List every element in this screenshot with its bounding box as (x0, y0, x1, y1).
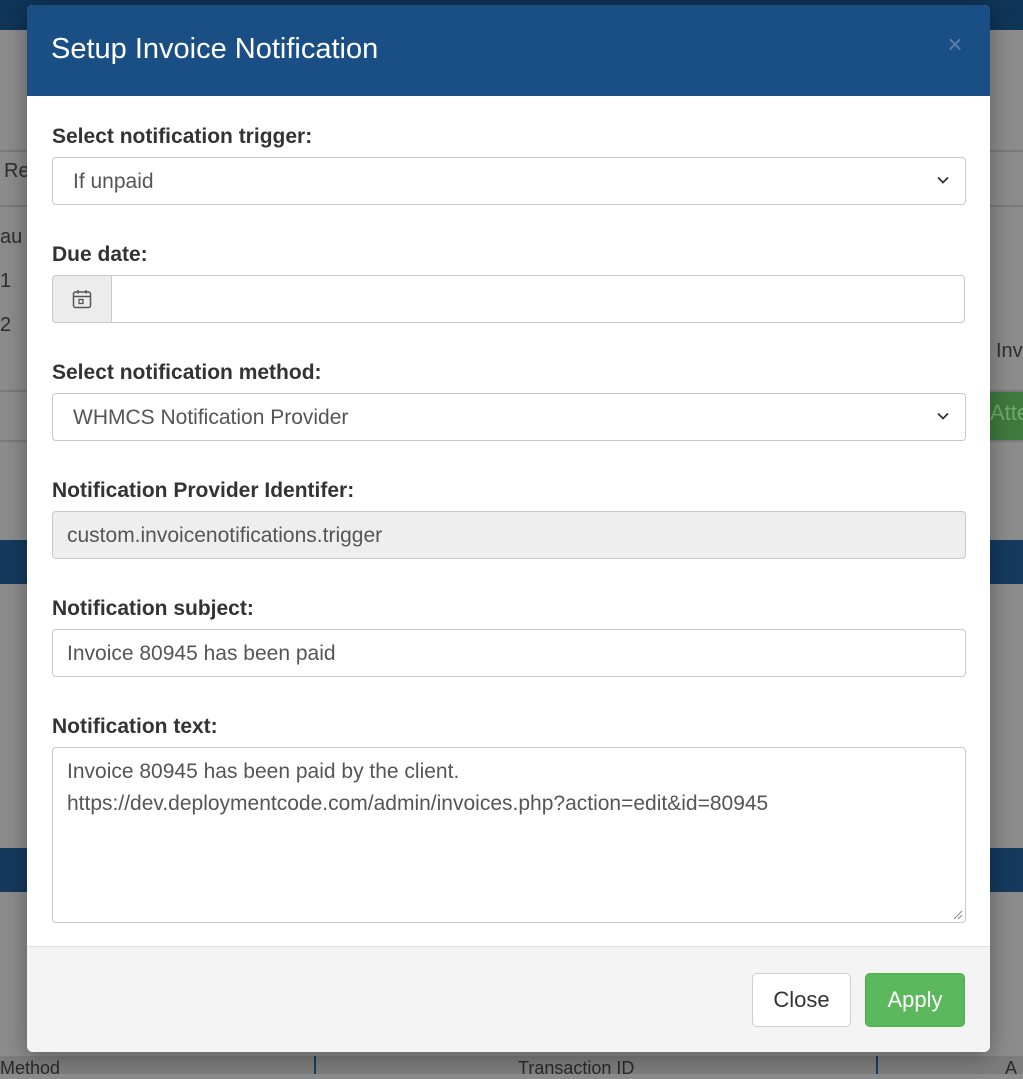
modal-header: Setup Invoice Notification × (27, 5, 990, 96)
text-label: Notification text: (52, 715, 218, 738)
invoice-notification-modal: Setup Invoice Notification × Select noti… (27, 5, 990, 1052)
subject-label: Notification subject: (52, 597, 254, 620)
identifier-value: custom.invoicenotifications.trigger (67, 524, 383, 547)
due-date-input[interactable] (112, 275, 965, 323)
due-date-field: Due date: (52, 240, 965, 323)
calendar-icon (72, 290, 92, 309)
background-button: Atte (990, 390, 1023, 442)
text-field: Notification text: Invoice 80945 has bee… (52, 712, 966, 923)
notification-textarea[interactable]: Invoice 80945 has been paid by the clien… (52, 747, 966, 923)
modal-body: Select notification trigger: If unpaid D… (27, 96, 990, 923)
due-date-label: Due date: (52, 243, 148, 266)
background-table-header: Method Transaction ID A (0, 1056, 1023, 1078)
modal-footer: Close Apply (27, 946, 990, 1052)
resize-handle-icon[interactable] (951, 908, 963, 920)
identifier-label: Notification Provider Identifer: (52, 479, 355, 502)
background-fragment: Re (4, 160, 30, 182)
close-button[interactable]: Close (752, 973, 851, 1027)
background-fragment: 2 (0, 314, 12, 336)
background-fragment: Inv (996, 340, 1023, 362)
method-field: Select notification method: WHMCS Notifi… (52, 358, 966, 441)
chevron-down-icon (937, 176, 949, 184)
textarea-line: https://dev.deploymentcode.com/admin/inv… (67, 792, 769, 815)
chevron-down-icon (937, 412, 949, 420)
subject-value: Invoice 80945 has been paid (67, 642, 336, 665)
identifier-field: Notification Provider Identifer: custom.… (52, 476, 966, 559)
method-label: Select notification method: (52, 361, 322, 384)
identifier-input: custom.invoicenotifications.trigger (52, 511, 966, 559)
trigger-label: Select notification trigger: (52, 125, 313, 148)
modal-title: Setup Invoice Notification (51, 33, 379, 65)
method-select[interactable]: WHMCS Notification Provider (52, 393, 966, 441)
trigger-field: Select notification trigger: If unpaid (52, 122, 966, 205)
background-fragment: 1 (0, 270, 12, 292)
trigger-select[interactable]: If unpaid (52, 157, 966, 205)
due-date-group (52, 275, 965, 323)
apply-button[interactable]: Apply (865, 973, 965, 1027)
calendar-button[interactable] (52, 275, 112, 323)
trigger-selected-value: If unpaid (73, 170, 154, 193)
subject-field: Notification subject: Invoice 80945 has … (52, 594, 966, 677)
subject-input[interactable]: Invoice 80945 has been paid (52, 629, 966, 677)
close-icon[interactable]: × (944, 31, 966, 57)
background-fragment: au (0, 226, 23, 248)
textarea-line: Invoice 80945 has been paid by the clien… (67, 760, 460, 783)
method-selected-value: WHMCS Notification Provider (73, 406, 349, 429)
